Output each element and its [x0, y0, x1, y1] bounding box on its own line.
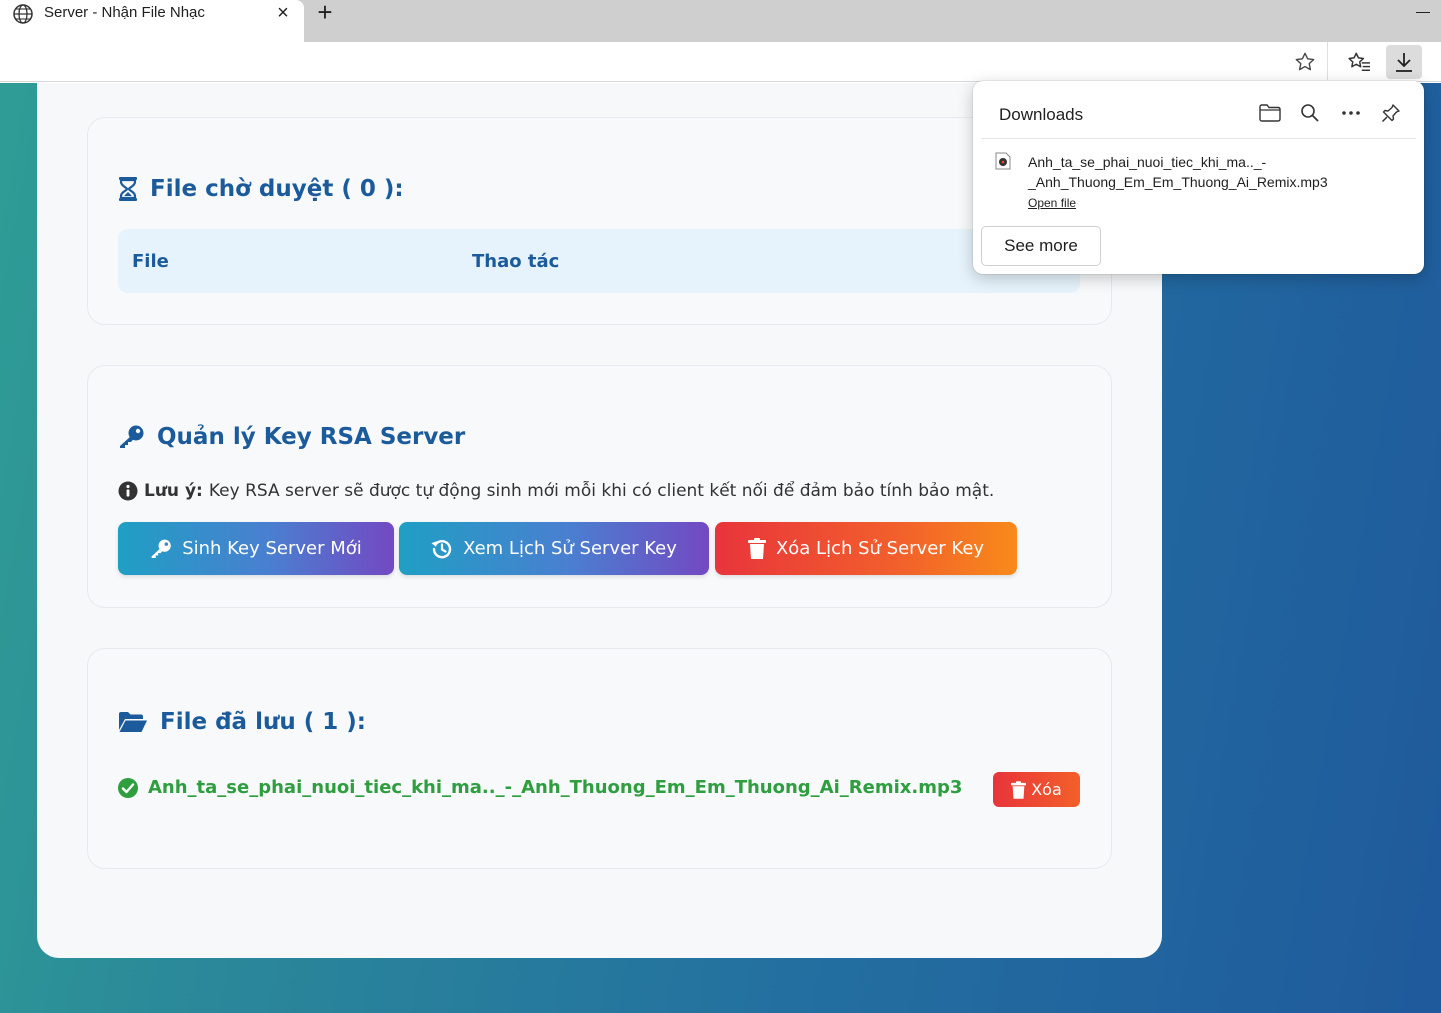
- toolbar-divider: [1327, 42, 1328, 80]
- column-header-file: File: [132, 251, 169, 272]
- view-key-history-label: Xem Lịch Sử Server Key: [463, 538, 677, 559]
- download-icon[interactable]: [1386, 45, 1422, 79]
- delete-file-button[interactable]: Xóa: [993, 772, 1080, 807]
- open-file-link[interactable]: Open file: [1028, 196, 1076, 210]
- new-tab-button[interactable]: +: [314, 0, 336, 26]
- folder-icon[interactable]: [1258, 101, 1282, 125]
- minimize-window-button[interactable]: [1414, 4, 1432, 18]
- rsa-key-title: Quản lý Key RSA Server: [157, 424, 466, 450]
- generate-key-label: Sinh Key Server Mới: [182, 538, 362, 559]
- toolbar: [0, 42, 1441, 82]
- pending-files-heading: File chờ duyệt ( 0 ):: [118, 176, 404, 202]
- note-text: Key RSA server sẽ được tự động sinh mới …: [208, 481, 995, 501]
- column-header-actions: Thao tác: [472, 251, 560, 272]
- rsa-key-section: Quản lý Key RSA Server Lưu ý: Key RSA se…: [87, 365, 1112, 608]
- clear-key-history-label: Xóa Lịch Sử Server Key: [775, 538, 985, 559]
- saved-file-name[interactable]: Anh_ta_se_phai_nuoi_tiec_khi_ma.._-_Anh_…: [148, 777, 962, 798]
- browser-tab[interactable]: Server - Nhận File Nhạc ×: [0, 0, 304, 42]
- rsa-note: Lưu ý: Key RSA server sẽ được tự động si…: [118, 481, 994, 501]
- tab-bar: Server - Nhận File Nhạc × +: [0, 0, 1441, 42]
- close-tab-icon[interactable]: ×: [273, 3, 293, 23]
- pin-icon[interactable]: [1379, 101, 1403, 125]
- history-icon: [431, 539, 452, 558]
- trash-icon: [1011, 780, 1027, 799]
- downloads-divider: [981, 138, 1416, 139]
- globe-icon: [13, 4, 33, 24]
- favorite-star-icon[interactable]: [1287, 45, 1323, 79]
- downloads-title: Downloads: [999, 105, 1084, 124]
- check-circle-icon: [118, 777, 138, 798]
- key-icon: [120, 425, 144, 448]
- more-options-icon[interactable]: [1339, 101, 1363, 125]
- pending-files-title: File chờ duyệt ( 0 ):: [150, 176, 404, 202]
- saved-file-row: Anh_ta_se_phai_nuoi_tiec_khi_ma.._-_Anh_…: [118, 777, 962, 798]
- saved-files-heading: File đã lưu ( 1 ):: [118, 709, 366, 735]
- see-more-button[interactable]: See more: [981, 226, 1101, 266]
- folder-open-icon: [119, 712, 147, 732]
- downloaded-file-name-line2: _Anh_Thuong_Em_Em_Thuong_Ai_Remix.mp3: [1028, 174, 1328, 190]
- search-icon[interactable]: [1298, 101, 1322, 125]
- downloads-panel: Downloads Anh_ta_se_phai_nuoi_tiec_khi_m…: [973, 81, 1424, 274]
- generate-key-button[interactable]: Sinh Key Server Mới: [118, 522, 394, 575]
- tab-title: Server - Nhận File Nhạc: [44, 4, 205, 21]
- pending-table-header: File Thao tác: [118, 229, 1080, 293]
- clear-key-history-button[interactable]: Xóa Lịch Sử Server Key: [715, 522, 1017, 575]
- hourglass-icon: [119, 177, 137, 201]
- delete-file-label: Xóa: [1031, 780, 1062, 799]
- saved-files-title: File đã lưu ( 1 ):: [160, 709, 366, 735]
- note-label: Lưu ý:: [144, 481, 203, 501]
- audio-file-icon: [995, 152, 1011, 170]
- info-icon: [118, 481, 138, 501]
- key-icon: [151, 539, 171, 558]
- view-key-history-button[interactable]: Xem Lịch Sử Server Key: [399, 522, 709, 575]
- trash-icon: [747, 538, 766, 559]
- rsa-key-heading: Quản lý Key RSA Server: [118, 424, 465, 450]
- downloaded-file-name-line1: Anh_ta_se_phai_nuoi_tiec_khi_ma.._-: [1028, 154, 1267, 170]
- downloaded-file-name[interactable]: Anh_ta_se_phai_nuoi_tiec_khi_ma.._- _Anh…: [1028, 152, 1368, 192]
- favorites-list-icon[interactable]: [1341, 45, 1377, 79]
- pending-files-section: File chờ duyệt ( 0 ): File Thao tác: [87, 117, 1112, 325]
- saved-files-section: File đã lưu ( 1 ): Anh_ta_se_phai_nuoi_t…: [87, 648, 1112, 869]
